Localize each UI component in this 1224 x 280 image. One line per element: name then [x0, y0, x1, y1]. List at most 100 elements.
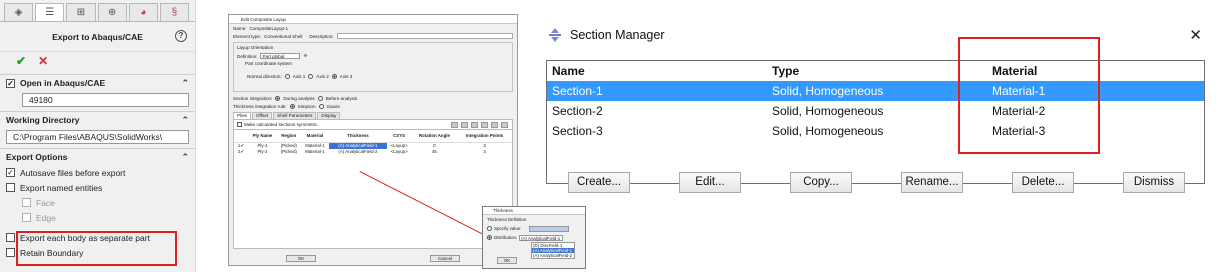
- move-down-icon[interactable]: [481, 122, 488, 128]
- move-up-icon[interactable]: [471, 122, 478, 128]
- axis2-radio[interactable]: [308, 74, 314, 79]
- table-row[interactable]: 2✔ Ply-2 (Picked) Material-1 (A) Analyti…: [234, 149, 512, 155]
- axis3-label: Axis 3: [339, 74, 353, 79]
- option-label: Export named entities: [20, 182, 103, 193]
- rename-button[interactable]: Rename...: [901, 172, 963, 193]
- abaqus-icon: §: [171, 7, 178, 18]
- option-label: Autosave files before export: [20, 167, 126, 178]
- retain-boundary-checkbox[interactable]: [6, 248, 15, 257]
- normal-label: Normal direction:: [247, 74, 282, 79]
- column-header: Thickness: [329, 130, 387, 143]
- autosave-checkbox[interactable]: ✓: [6, 168, 15, 177]
- help-icon[interactable]: ?: [175, 30, 187, 42]
- region-cell[interactable]: (Picked): [277, 149, 301, 155]
- collapse-chevron-icon[interactable]: ⌃: [181, 152, 189, 163]
- config-manager-tab[interactable]: ⊞: [66, 3, 96, 21]
- distribution-dropdown[interactable]: (A) AnalyticalField-1: [519, 234, 564, 241]
- tab-display[interactable]: Display: [317, 112, 341, 119]
- copy-button[interactable]: Copy...: [790, 172, 852, 193]
- delete-row-icon[interactable]: [461, 122, 468, 128]
- thickness-definition-label: Thickness Definition: [487, 217, 527, 222]
- close-icon[interactable]: ✕: [1189, 26, 1202, 44]
- section-integration-row: Section integration: During analysis Bef…: [229, 94, 517, 102]
- name-row: Name: CompositeLayup-1: [229, 24, 517, 32]
- symmetric-label: Make calculated sections symmetric: [244, 122, 318, 127]
- dimxpert-tab[interactable]: ⊕: [97, 3, 127, 21]
- specify-radio[interactable]: [487, 226, 492, 231]
- axis2-label: Axis 2: [316, 74, 329, 79]
- before-analysis-label: Before analysis: [325, 95, 358, 101]
- simpson-label: Simpson: [297, 103, 316, 109]
- axis3-radio[interactable]: [331, 74, 337, 79]
- list-item[interactable]: (A) AnalyticalField-2: [532, 253, 574, 258]
- ok-check-icon[interactable]: ✔: [16, 54, 26, 68]
- appearance-tab[interactable]: ◕: [128, 3, 158, 21]
- edit-icon[interactable]: [501, 122, 508, 128]
- csys-cell[interactable]: <Layup>: [387, 149, 412, 155]
- export-options-title: Export Options: [6, 152, 68, 162]
- abaqus-tab[interactable]: §: [159, 3, 190, 21]
- row-num-header: [234, 130, 248, 143]
- ok-button[interactable]: OK: [286, 255, 316, 262]
- delete-button[interactable]: Delete...: [1012, 172, 1074, 193]
- distribution-label: Distribution:: [494, 235, 518, 240]
- angle-cell[interactable]: 45: [412, 149, 458, 155]
- port-field[interactable]: 49180: [22, 93, 189, 107]
- cancel-x-icon[interactable]: ✕: [38, 54, 48, 68]
- element-type-value: Conventional Shell: [264, 33, 303, 39]
- distribution-row: Distribution: (A) AnalyticalField-1: [483, 233, 585, 242]
- symmetric-checkbox[interactable]: [237, 122, 242, 127]
- name-value[interactable]: CompositeLayup-1: [250, 26, 289, 31]
- csys-pick-icon[interactable]: ✥: [303, 53, 307, 59]
- collapse-chevron-icon[interactable]: ⌃: [181, 115, 189, 126]
- separate-parts-checkbox[interactable]: [6, 233, 15, 242]
- description-input[interactable]: [336, 33, 513, 39]
- table-row[interactable]: Section-2 Solid, Homogeneous Material-2: [547, 101, 1204, 121]
- before-analysis-radio[interactable]: [317, 95, 323, 101]
- thickness-cell[interactable]: (A) AnalyticalField-2: [329, 149, 386, 155]
- tab-shell-parameters[interactable]: Shell Parameters: [273, 112, 317, 119]
- cancel-button[interactable]: Cancel: [430, 255, 460, 262]
- working-directory-header[interactable]: Working Directory ⌃: [0, 112, 195, 128]
- csys-cell[interactable]: <Layup>: [387, 142, 412, 149]
- named-entities-checkbox[interactable]: [6, 183, 15, 192]
- plot-icon[interactable]: [491, 122, 498, 128]
- property-manager-tab[interactable]: ☰: [35, 3, 65, 21]
- gauss-radio[interactable]: [318, 103, 324, 109]
- collapse-chevron-icon[interactable]: ⌃: [181, 78, 189, 89]
- orientation-title: Layup Orientation: [237, 45, 274, 50]
- table-row[interactable]: Section-1 Solid, Homogeneous Material-1: [547, 81, 1204, 101]
- material-cell[interactable]: Material-1: [301, 149, 330, 155]
- points-cell[interactable]: 3: [457, 149, 512, 155]
- tab-plies[interactable]: Plies: [233, 112, 251, 119]
- dialog-title: Section Manager: [570, 28, 665, 42]
- during-analysis-radio[interactable]: [275, 95, 281, 101]
- normal-direction-row: Normal direction: Axis 1 Axis 2 Axis 3: [247, 74, 509, 79]
- export-options-header[interactable]: Export Options ⌃: [0, 149, 195, 165]
- material-cell[interactable]: Material-1: [301, 142, 330, 149]
- open-in-cae-header[interactable]: ✓ Open in Abaqus/CAE ⌃: [0, 75, 195, 91]
- dismiss-button[interactable]: Dismiss: [1123, 172, 1185, 193]
- table-header-row: Name Type Material: [547, 61, 1204, 81]
- ply-name-cell[interactable]: Ply-2: [248, 149, 277, 155]
- option-face: Face: [0, 195, 195, 210]
- definition-dropdown[interactable]: Part global: [260, 53, 301, 59]
- edit-button[interactable]: Edit...: [679, 172, 741, 193]
- tab-offset[interactable]: Offset: [251, 112, 273, 119]
- open-in-cae-checkbox[interactable]: ✓: [6, 78, 15, 88]
- ok-button[interactable]: OK: [497, 257, 517, 264]
- option-autosave[interactable]: ✓ Autosave files before export: [0, 165, 195, 180]
- column-header: Ply Name: [248, 130, 278, 143]
- axis1-radio[interactable]: [284, 74, 290, 79]
- working-directory-field[interactable]: C:\Program Files\ABAQUS\SolidWorks\: [6, 130, 189, 144]
- create-button[interactable]: Create...: [568, 172, 630, 193]
- specify-value-input[interactable]: [529, 225, 570, 232]
- feature-tree-tab[interactable]: ◈: [4, 3, 34, 21]
- simpson-radio[interactable]: [289, 103, 295, 109]
- option-named-entities[interactable]: Export named entities: [0, 180, 195, 195]
- section-type-cell: Solid, Homogeneous: [772, 104, 884, 118]
- distribution-radio[interactable]: [487, 235, 492, 240]
- element-type-row: Element type: Conventional Shell Descrip…: [229, 32, 517, 40]
- insert-row-icon[interactable]: [451, 122, 458, 128]
- table-row[interactable]: Section-3 Solid, Homogeneous Material-3: [547, 121, 1204, 141]
